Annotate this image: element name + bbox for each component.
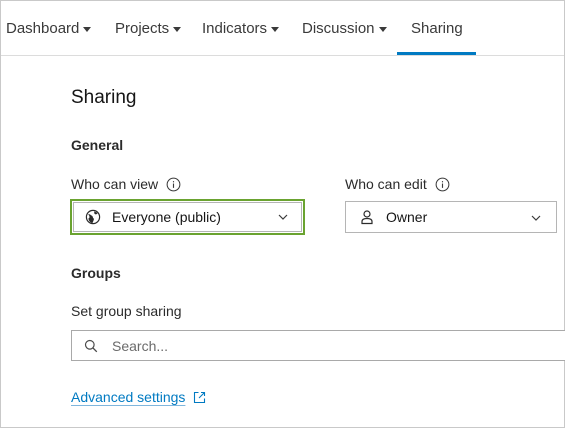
nav-projects[interactable]: Projects — [115, 1, 182, 55]
who-can-view-value: Everyone (public) — [112, 209, 221, 225]
groups-heading: Groups — [71, 265, 121, 281]
nav-discussion[interactable]: Discussion — [302, 1, 387, 55]
who-can-edit-label: Who can edit — [345, 176, 450, 192]
search-input[interactable] — [112, 337, 512, 354]
active-tab-indicator — [397, 52, 476, 55]
nav-discussion-label: Discussion — [302, 19, 375, 37]
who-can-edit-select[interactable]: Owner — [345, 201, 557, 233]
nav-sharing[interactable]: Sharing — [411, 1, 463, 55]
external-link-icon — [194, 391, 206, 403]
who-can-view-select[interactable]: Everyone (public) — [70, 199, 305, 235]
who-can-edit-value: Owner — [386, 209, 428, 225]
who-can-view-text: Who can view — [71, 176, 159, 192]
info-icon[interactable] — [435, 177, 450, 192]
general-heading: General — [71, 137, 124, 153]
caret-down-icon — [271, 26, 280, 32]
info-icon[interactable] — [166, 177, 181, 192]
top-nav: Dashboard Projects Indicators Discussion… — [1, 1, 564, 56]
set-group-sharing-text: Set group sharing — [71, 303, 182, 319]
caret-down-icon — [83, 26, 92, 32]
nav-indicators-label: Indicators — [202, 19, 268, 37]
nav-projects-label: Projects — [115, 19, 170, 37]
set-group-sharing-label: Set group sharing — [71, 303, 182, 319]
caret-down-icon — [173, 26, 182, 32]
who-can-view-label: Who can view — [71, 176, 181, 192]
group-search-field[interactable] — [71, 330, 565, 361]
caret-down-icon — [378, 26, 387, 32]
nav-dashboard[interactable]: Dashboard — [6, 1, 92, 55]
globe-icon — [85, 209, 101, 225]
nav-indicators[interactable]: Indicators — [202, 1, 280, 55]
page-title: Sharing — [71, 87, 137, 108]
advanced-settings-link[interactable]: Advanced settings — [71, 389, 206, 405]
who-can-edit-text: Who can edit — [345, 176, 427, 192]
nav-dashboard-label: Dashboard — [6, 19, 80, 37]
user-icon — [361, 210, 373, 225]
search-icon — [84, 339, 98, 352]
advanced-settings-label: Advanced settings — [71, 389, 186, 405]
chevron-down-icon — [278, 214, 288, 220]
chevron-down-icon — [531, 215, 541, 221]
nav-sharing-label: Sharing — [411, 19, 463, 37]
sharing-panel: Dashboard Projects Indicators Discussion… — [0, 0, 565, 428]
